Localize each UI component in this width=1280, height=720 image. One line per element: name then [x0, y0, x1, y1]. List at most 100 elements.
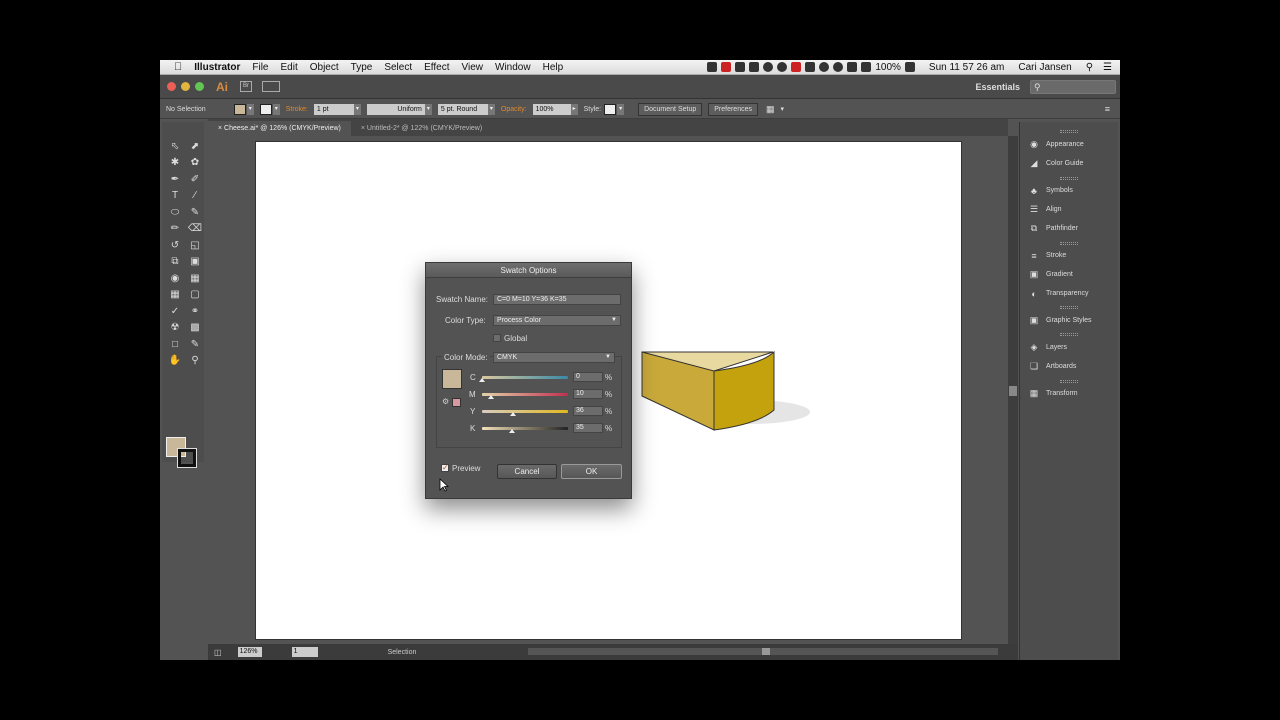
panel-appearance[interactable]: ◉ Appearance: [1020, 136, 1119, 153]
cancel-button[interactable]: Cancel: [497, 464, 557, 479]
panel-graphic-styles[interactable]: ▣ Graphic Styles: [1020, 312, 1119, 329]
opacity-dropdown[interactable]: ▸: [570, 103, 578, 115]
column-graph-tool-icon[interactable]: ▩: [186, 320, 204, 337]
wifi-icon[interactable]: [819, 62, 830, 72]
width-tool-icon[interactable]: ⧉: [166, 254, 184, 271]
style-dropdown[interactable]: ▾: [617, 103, 625, 115]
artboard-tool-icon[interactable]: □: [166, 336, 184, 353]
perspective-grid-tool-icon[interactable]: ▦: [186, 270, 204, 287]
evernote-icon[interactable]: [707, 62, 718, 72]
clock[interactable]: Sun 11 57 26 am: [929, 62, 1004, 73]
menu-file[interactable]: File: [246, 62, 274, 73]
gradient-tool-icon[interactable]: ▢: [186, 287, 204, 304]
panel-artboards[interactable]: ❏ Artboards: [1020, 358, 1119, 375]
vertical-scroll-thumb[interactable]: [1009, 386, 1017, 396]
yellow-slider-thumb[interactable]: [509, 412, 516, 416]
panel-group-grip[interactable]: [1060, 380, 1078, 383]
stroke-label[interactable]: Stroke:: [286, 106, 308, 113]
eraser-tool-icon[interactable]: ⌫: [186, 221, 204, 238]
creative-cloud-icon[interactable]: [763, 62, 774, 72]
pen-tool-icon[interactable]: ✒: [166, 171, 184, 188]
panel-stroke[interactable]: ≡ Stroke: [1020, 247, 1119, 264]
blend-tool-icon[interactable]: ⚭: [186, 303, 204, 320]
panel-menu-icon[interactable]: ▾: [781, 105, 785, 113]
panel-group-grip[interactable]: [1060, 242, 1078, 245]
arrange-icon[interactable]: ▦: [766, 104, 775, 115]
preferences-button[interactable]: Preferences: [708, 102, 758, 116]
stroke-dropdown[interactable]: ▾: [272, 103, 280, 115]
gamut-swatch[interactable]: [452, 398, 461, 407]
eyedropper-tool-icon[interactable]: ✓: [166, 303, 184, 320]
airplay-icon[interactable]: [805, 62, 816, 72]
menu-select[interactable]: Select: [378, 62, 418, 73]
sync-icon[interactable]: [777, 62, 788, 72]
cyan-slider[interactable]: [482, 376, 568, 379]
variable-width-profile[interactable]: Uniform: [366, 103, 425, 115]
brush-dropdown[interactable]: ▾: [487, 103, 495, 115]
color-mode-select[interactable]: CMYK ▼: [493, 352, 615, 363]
cheese-artwork[interactable]: [640, 340, 840, 460]
zoom-window-button[interactable]: [195, 82, 204, 91]
bluetooth-icon[interactable]: [847, 62, 858, 72]
yellow-value[interactable]: 36: [573, 406, 603, 416]
selection-tool-icon[interactable]: ⬁: [166, 138, 184, 155]
stroke-weight-dropdown[interactable]: ▾: [353, 103, 361, 115]
curvature-tool-icon[interactable]: ✐: [186, 171, 204, 188]
minimize-window-button[interactable]: [181, 82, 190, 91]
stroke-weight-field[interactable]: 1 pt: [313, 103, 354, 115]
graphic-style-swatch[interactable]: [604, 103, 617, 115]
ok-button[interactable]: OK: [561, 464, 622, 479]
profile-dropdown[interactable]: ▾: [424, 103, 432, 115]
menu-help[interactable]: Help: [537, 62, 570, 73]
arrange-documents-button[interactable]: [262, 81, 280, 92]
panel-pathfinder[interactable]: ⧉ Pathfinder: [1020, 220, 1119, 237]
workspace-switcher[interactable]: Essentials: [975, 82, 1020, 92]
slice-tool-icon[interactable]: ✎: [186, 336, 204, 353]
bridge-button[interactable]: Br: [240, 81, 252, 92]
rotate-tool-icon[interactable]: ↺: [166, 237, 184, 254]
stroke-color-box[interactable]: [177, 448, 197, 468]
record-icon[interactable]: [721, 62, 732, 72]
global-checkbox[interactable]: [493, 334, 501, 342]
line-tool-icon[interactable]: ∕: [186, 188, 204, 205]
panel-transform[interactable]: ▦ Transform: [1020, 385, 1119, 402]
panel-color-guide[interactable]: ◢ Color Guide: [1020, 155, 1119, 172]
menu-effect[interactable]: Effect: [418, 62, 455, 73]
zoom-field[interactable]: 126%: [237, 647, 262, 657]
panel-group-grip[interactable]: [1060, 177, 1078, 180]
magenta-slider[interactable]: [482, 393, 568, 396]
menu-object[interactable]: Object: [304, 62, 345, 73]
shape-builder-tool-icon[interactable]: ◉: [166, 270, 184, 287]
color-type-select[interactable]: Process Color ▼: [493, 315, 621, 326]
document-setup-button[interactable]: Document Setup: [638, 102, 703, 116]
fill-dropdown[interactable]: ▾: [246, 103, 254, 115]
lasso-tool-icon[interactable]: ✿: [186, 155, 204, 172]
black-value[interactable]: 35: [573, 423, 603, 433]
direct-selection-tool-icon[interactable]: ⬈: [186, 138, 204, 155]
yellow-slider[interactable]: [482, 410, 568, 413]
free-transform-tool-icon[interactable]: ▣: [186, 254, 204, 271]
menu-type[interactable]: Type: [345, 62, 379, 73]
ellipse-tool-icon[interactable]: ⬭: [166, 204, 184, 221]
help-search-input[interactable]: ⚲: [1030, 79, 1116, 94]
stroke-swatch[interactable]: [259, 103, 272, 115]
menu-view[interactable]: View: [456, 62, 490, 73]
panel-group-grip[interactable]: [1060, 333, 1078, 336]
panel-group-grip[interactable]: [1060, 306, 1078, 309]
pause-icon[interactable]: [791, 62, 802, 72]
notifications-icon[interactable]: ☰: [1103, 62, 1112, 73]
black-slider[interactable]: [482, 427, 568, 430]
out-of-gamut-icon[interactable]: ⚙: [442, 397, 449, 406]
scale-tool-icon[interactable]: ◱: [186, 237, 204, 254]
mesh-tool-icon[interactable]: ▦: [166, 287, 184, 304]
panel-symbols[interactable]: ♣ Symbols: [1020, 182, 1119, 199]
volume-icon[interactable]: [861, 62, 872, 72]
magenta-value[interactable]: 10: [573, 389, 603, 399]
panel-layers[interactable]: ◈ Layers: [1020, 339, 1119, 356]
artboard-number-field[interactable]: 1: [291, 647, 318, 657]
horizontal-scrollbar[interactable]: [528, 648, 998, 655]
hand-tool-icon[interactable]: ✋: [166, 353, 184, 370]
horizontal-scroll-thumb[interactable]: [762, 648, 770, 655]
dropbox-icon[interactable]: [735, 62, 746, 72]
battery-icon[interactable]: [904, 62, 915, 72]
